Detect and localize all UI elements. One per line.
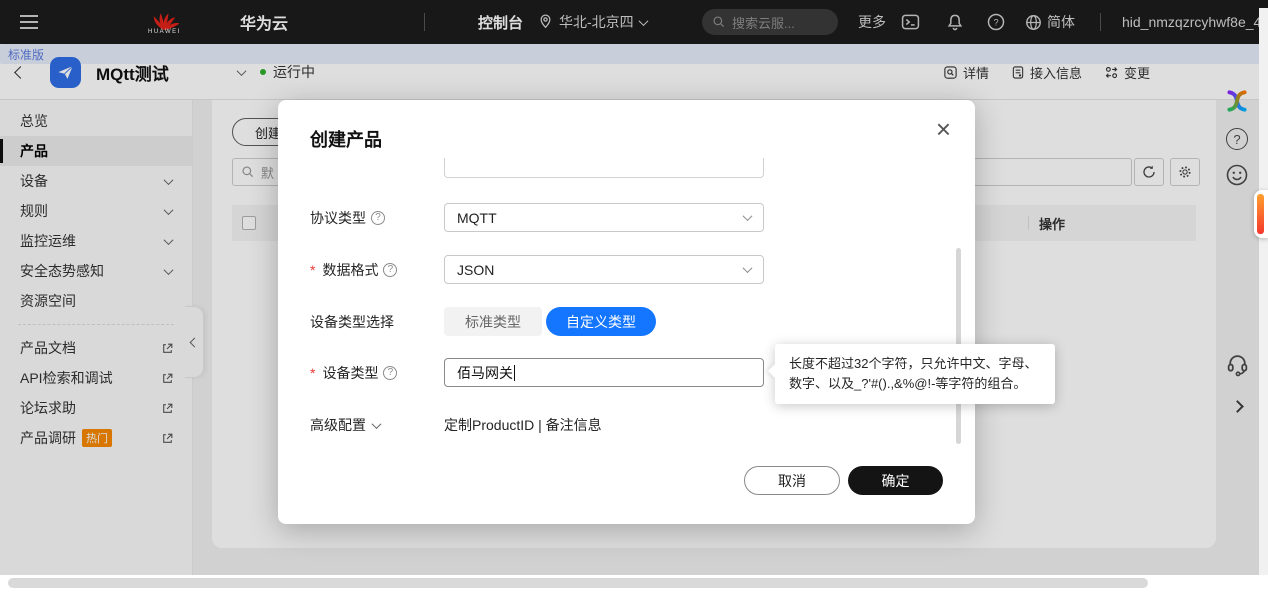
- cancel-button[interactable]: 取消: [744, 466, 840, 495]
- data-format-select[interactable]: JSON: [444, 255, 764, 284]
- device-type-select-label: 设备类型选择: [310, 307, 394, 336]
- tooltip-text: 长度不超过32个字符，只允许中文、字母、数字、以及_?'#().,&%@!-等字…: [789, 356, 1037, 391]
- required-asterisk: *: [310, 365, 315, 381]
- close-icon[interactable]: ×: [936, 116, 951, 142]
- advanced-config-summary: 定制ProductID | 备注信息: [444, 415, 602, 435]
- custom-type-button[interactable]: 自定义类型: [546, 307, 656, 336]
- validation-tooltip: 长度不超过32个字符，只允许中文、字母、数字、以及_?'#().,&%@!-等字…: [775, 344, 1055, 404]
- horizontal-scrollbar-thumb[interactable]: [8, 578, 1148, 588]
- protocol-type-label: 协议类型 ?: [310, 203, 385, 232]
- required-asterisk: *: [310, 262, 315, 278]
- chevron-down-icon: [743, 263, 753, 273]
- confirm-button[interactable]: 确定: [848, 466, 943, 495]
- vertical-scrollbar-track[interactable]: [1259, 8, 1268, 575]
- protocol-type-select[interactable]: MQTT: [444, 203, 764, 232]
- help-icon[interactable]: ?: [371, 211, 385, 225]
- help-icon[interactable]: ?: [383, 366, 397, 380]
- create-product-dialog: 创建产品 × 协议类型 ? MQTT * 数据格式 ? JSON 设备类型选择 …: [278, 100, 975, 524]
- horizontal-scrollbar-track: [0, 575, 1268, 592]
- widget-color-bar: [1257, 194, 1264, 234]
- data-format-label: * 数据格式 ?: [310, 255, 397, 284]
- scrolled-input-remnant[interactable]: [444, 158, 764, 178]
- help-icon[interactable]: ?: [383, 263, 397, 277]
- text-caret: [514, 365, 515, 381]
- dialog-title: 创建产品: [310, 126, 382, 152]
- advanced-config-toggle[interactable]: 高级配置: [310, 415, 380, 435]
- chevron-down-icon: [372, 419, 382, 429]
- huawei-cloud-console: HUAWEI 华为云 控制台 华北-北京四 搜索云服... 更多 ?: [0, 0, 1268, 592]
- edge-floating-widget[interactable]: [1254, 190, 1268, 238]
- standard-type-button[interactable]: 标准类型: [444, 307, 542, 336]
- chevron-down-icon: [743, 211, 753, 221]
- device-type-input[interactable]: 佰马网关: [444, 358, 764, 387]
- device-type-label: * 设备类型 ?: [310, 358, 397, 387]
